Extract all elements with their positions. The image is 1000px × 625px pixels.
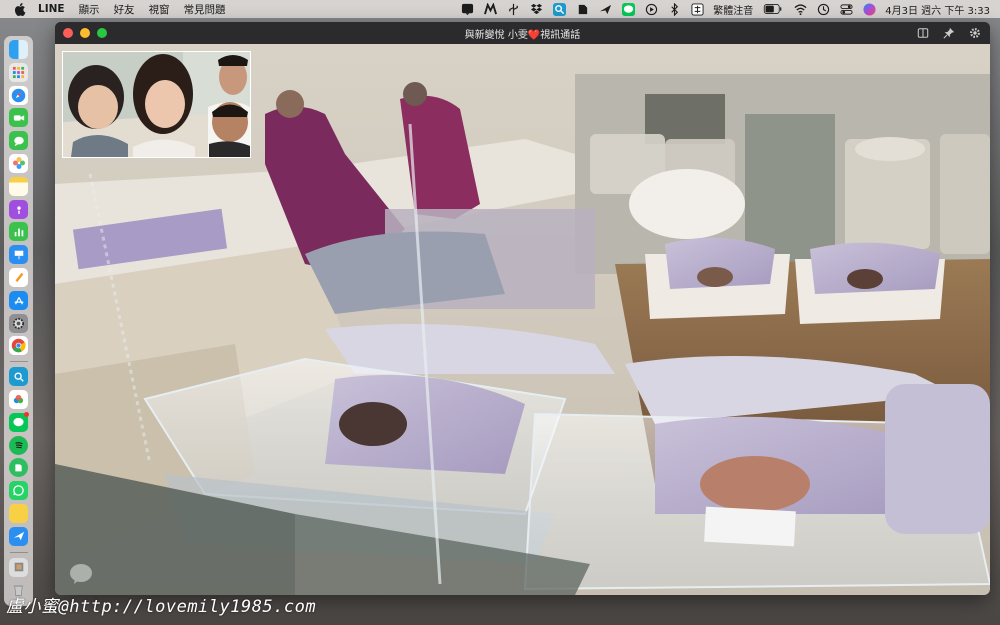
- line-icon[interactable]: [621, 2, 635, 16]
- close-button[interactable]: [63, 28, 73, 38]
- dock-separator: [9, 361, 28, 363]
- siri-icon[interactable]: [862, 2, 876, 16]
- evernote-icon[interactable]: [9, 458, 28, 478]
- self-view-image: [63, 52, 250, 157]
- bluetooth-icon[interactable]: [667, 2, 681, 16]
- search-icon[interactable]: [9, 367, 28, 387]
- dropbox-icon[interactable]: [529, 2, 543, 16]
- window-controls: [63, 28, 107, 38]
- ime-icon[interactable]: [690, 2, 704, 16]
- maximize-button[interactable]: [97, 28, 107, 38]
- control-center-icon[interactable]: [839, 2, 853, 16]
- gear-icon[interactable]: [968, 26, 982, 40]
- window-titlebar[interactable]: 與新變悅 小雯❤️視訊通話: [55, 22, 990, 44]
- preview-icon[interactable]: [9, 557, 28, 577]
- apple-icon[interactable]: [14, 2, 28, 16]
- messages-icon[interactable]: [9, 131, 28, 151]
- pages-icon[interactable]: [9, 267, 28, 287]
- bird-icon[interactable]: [9, 526, 28, 546]
- podcasts-icon[interactable]: [9, 199, 28, 219]
- window-tools: [916, 26, 982, 40]
- menu-bar: LINE 顯示 好友 視窗 常見問題 繁體注音 4月3日 週六 下午 3:33: [0, 0, 1000, 18]
- search-app-icon[interactable]: [552, 2, 566, 16]
- launchpad-icon[interactable]: [9, 62, 28, 82]
- m-icon[interactable]: [483, 2, 497, 16]
- battery-icon[interactable]: [762, 2, 784, 16]
- window-title: 與新變悅 小雯❤️視訊通話: [464, 29, 581, 41]
- app-store-icon[interactable]: [9, 290, 28, 310]
- menubar-clock[interactable]: 4月3日 週六 下午 3:33: [885, 2, 990, 17]
- video-feed[interactable]: [55, 44, 990, 595]
- notification-dot: [24, 411, 29, 417]
- menu-faq[interactable]: 常見問題: [184, 2, 226, 17]
- evernote-icon[interactable]: [575, 2, 589, 16]
- facetime-icon[interactable]: [9, 108, 28, 128]
- usb-icon[interactable]: [506, 2, 520, 16]
- bird-icon[interactable]: [598, 2, 612, 16]
- spotify-icon[interactable]: [9, 435, 28, 455]
- whatsapp-icon[interactable]: [9, 481, 28, 501]
- line-watermark-icon: [70, 564, 92, 584]
- self-view-pip[interactable]: [62, 51, 251, 158]
- dock-separator: [9, 551, 28, 553]
- chrome-icon[interactable]: [9, 336, 28, 356]
- play-icon[interactable]: [644, 2, 658, 16]
- notes-icon[interactable]: [9, 176, 28, 196]
- photos-icon[interactable]: [9, 153, 28, 173]
- pin-icon[interactable]: [942, 26, 956, 40]
- ime-label[interactable]: 繁體注音: [713, 2, 753, 17]
- keynote-icon[interactable]: [9, 245, 28, 265]
- menu-view[interactable]: 顯示: [79, 2, 100, 17]
- finder-icon[interactable]: [9, 40, 28, 59]
- history-icon[interactable]: [816, 2, 830, 16]
- wifi-icon[interactable]: [793, 2, 807, 16]
- line-status-icon[interactable]: [460, 2, 474, 16]
- settings-icon[interactable]: [9, 313, 28, 333]
- dock: [4, 36, 33, 606]
- cloud-icon[interactable]: [9, 389, 28, 409]
- stickies-icon[interactable]: [9, 503, 28, 523]
- line-icon[interactable]: [9, 411, 29, 432]
- sidebar-icon[interactable]: [916, 26, 930, 40]
- photo-credit-watermark: 盧小蜜@http://lovemily1985.com: [6, 597, 317, 617]
- minimize-button[interactable]: [80, 28, 90, 38]
- video-call-window: 與新變悅 小雯❤️視訊通話: [55, 22, 990, 595]
- numbers-icon[interactable]: [9, 222, 28, 242]
- menu-friends[interactable]: 好友: [114, 2, 135, 17]
- menu-app-name[interactable]: LINE: [38, 3, 65, 15]
- menu-window[interactable]: 視窗: [149, 2, 170, 17]
- safari-icon[interactable]: [9, 85, 28, 105]
